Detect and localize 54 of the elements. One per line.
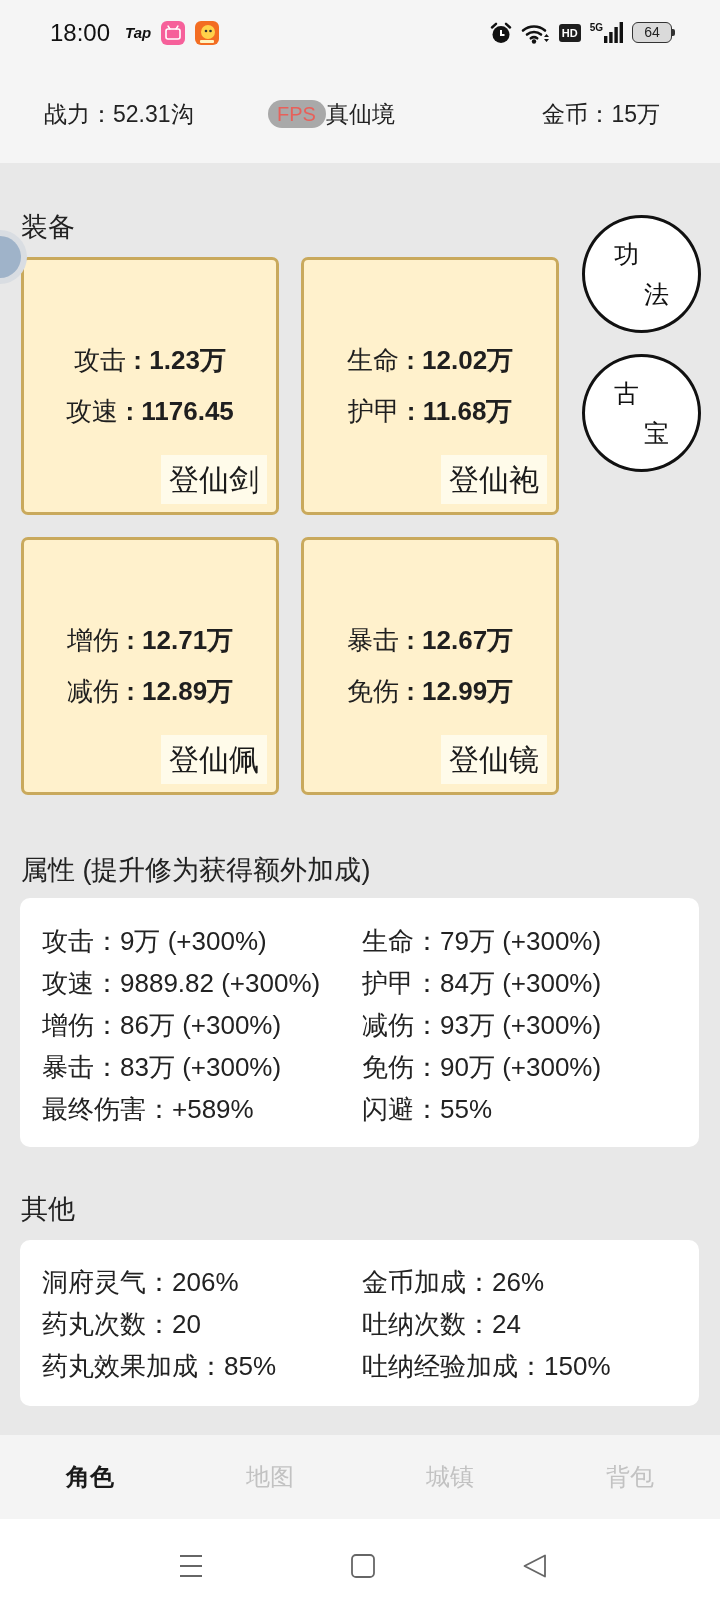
section-title: 属性 (提升修为获得额外加成) [21, 855, 371, 885]
equipment-name: 登仙佩 [161, 735, 267, 784]
back-icon[interactable] [523, 1553, 547, 1578]
app-icon [161, 20, 186, 45]
equipment-name: 登仙剑 [161, 455, 267, 504]
section-title: 其他 [21, 1194, 75, 1224]
bonus-entry: 药丸次数：20 [42, 1308, 201, 1341]
bonus-entry: 吐纳经验加成：150% [362, 1350, 611, 1383]
bonus-entry: 金币加成：26% [362, 1266, 545, 1299]
network-type: 5G [589, 22, 603, 33]
menu-icon[interactable] [179, 1553, 203, 1578]
equipment-card[interactable]: 攻击 : 1.23万 攻速 : 1176.45 登仙剑 [21, 257, 279, 515]
attribute-entry: 减伤：93万 (+300%) [362, 1009, 602, 1042]
combat-power: 战力：52.31沟 [44, 99, 194, 129]
round-menu-button[interactable]: 功 法 [582, 215, 701, 333]
battery-indicator: 64 [632, 22, 675, 43]
attribute-entry: 最终伤害：+589% [42, 1093, 254, 1126]
equipment-name: 登仙袍 [441, 455, 547, 504]
hd-badge: HD [558, 23, 581, 42]
attribute-entry: 生命：79万 (+300%) [362, 925, 602, 958]
stat-line: 攻击 : 1.23万 [74, 344, 226, 377]
attribute-entry: 免伤：90万 (+300%) [362, 1051, 602, 1084]
bonus-entry: 洞府灵气：206% [42, 1266, 239, 1299]
equipment-card[interactable]: 生命 : 12.02万 护甲 : 11.68万 登仙袍 [301, 257, 559, 515]
fps-counter: FPS [267, 100, 326, 128]
round-menu-button[interactable]: 古 宝 [582, 354, 701, 472]
attribute-entry: 增伤：86万 (+300%) [42, 1009, 282, 1042]
home-icon[interactable] [351, 1553, 375, 1578]
signal-icon [604, 22, 623, 43]
currency-amount: 金币：15万 [542, 99, 660, 129]
stat-line: 生命 : 12.02万 [346, 344, 514, 377]
stat-line: 暴击 : 12.67万 [346, 624, 514, 657]
equipment-card[interactable]: 增伤 : 12.71万 减伤 : 12.89万 登仙佩 [21, 537, 279, 795]
section-title: 装备 [21, 212, 75, 242]
bonus-entry: 吐纳次数：24 [362, 1308, 521, 1341]
nav-tab[interactable]: 角色 [66, 1462, 114, 1492]
stat-line: 减伤 : 12.89万 [66, 675, 234, 708]
alarm-icon [489, 21, 512, 44]
app-icon [195, 20, 220, 45]
tap-logo: Tap [125, 24, 152, 41]
attribute-entry: 攻击：9万 (+300%) [42, 925, 267, 958]
stat-line: 攻速 : 1176.45 [66, 395, 234, 428]
stat-line: 免伤 : 12.99万 [346, 675, 514, 708]
realm-name: 真仙境 [325, 100, 395, 127]
attribute-entry: 暴击：83万 (+300%) [42, 1051, 282, 1084]
attribute-entry: 闪避：55% [362, 1093, 493, 1126]
stat-line: 护甲 : 11.68万 [347, 395, 513, 428]
attribute-entry: 护甲：84万 (+300%) [362, 967, 602, 1000]
bonus-entry: 药丸效果加成：85% [42, 1350, 277, 1383]
status-time: 18:00 [50, 18, 111, 47]
attribute-entry: 攻速：9889.82 (+300%) [42, 967, 321, 1000]
equipment-card[interactable]: 暴击 : 12.67万 免伤 : 12.99万 登仙镜 [301, 537, 559, 795]
stat-line: 增伤 : 12.71万 [66, 624, 234, 657]
equipment-name: 登仙镜 [441, 735, 547, 784]
